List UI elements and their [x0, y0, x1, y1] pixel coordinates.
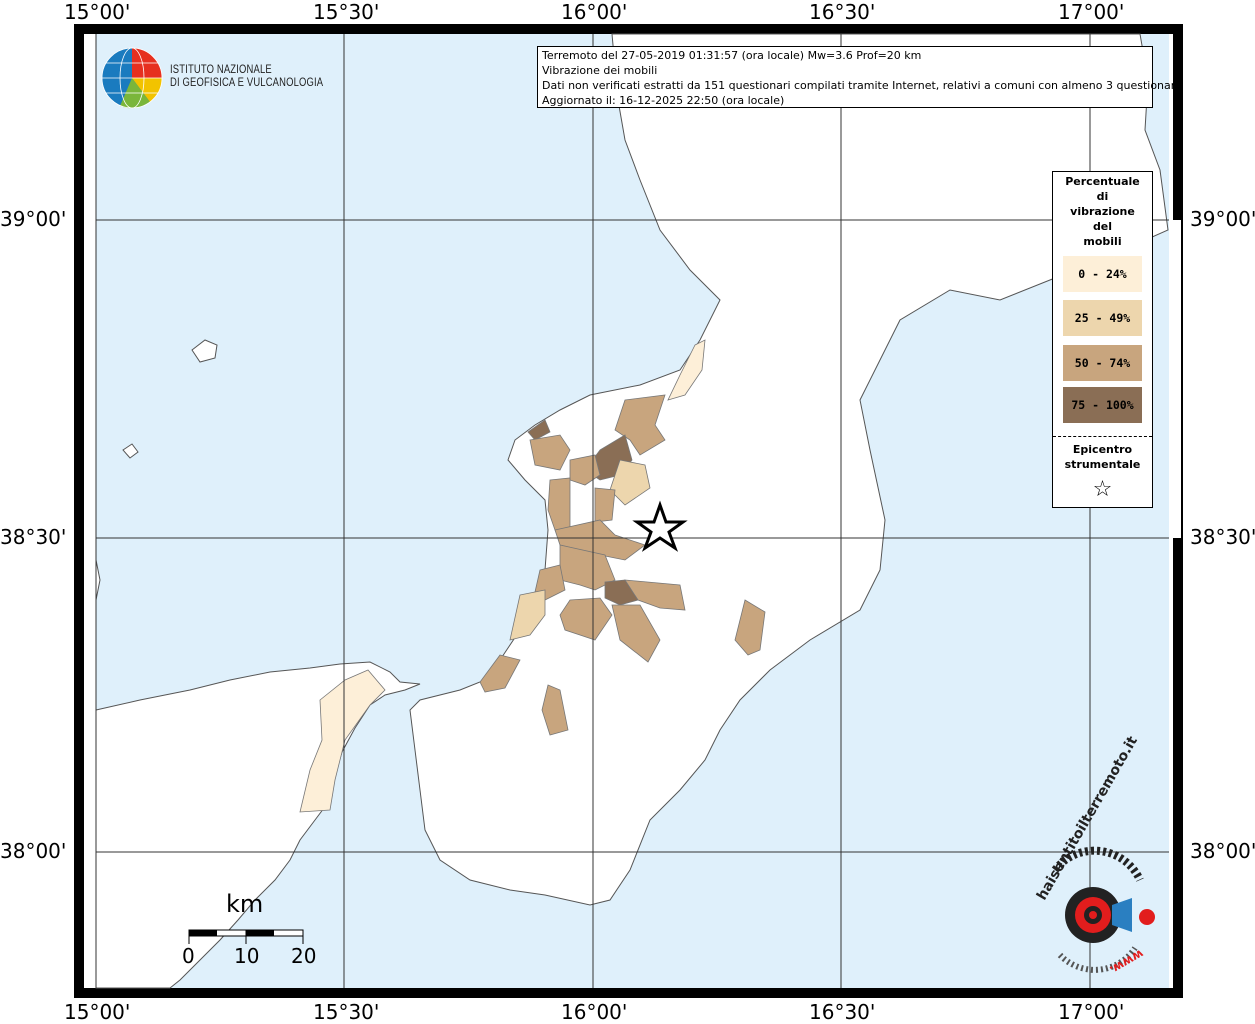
legend-class-4: 75 - 100%: [1063, 387, 1142, 423]
legend-title: Percentuale di vibrazione del mobili: [1065, 175, 1140, 248]
intensity-map: [74, 24, 1183, 998]
institute-name: ISTITUTO NAZIONALE DI GEOFISICA E VULCAN…: [170, 64, 323, 90]
legend: Percentuale di vibrazione del mobili 0 -…: [1052, 171, 1153, 508]
legend-epicenter-label: Epicentro strumentale: [1064, 443, 1141, 471]
lon-tick-bottom-5: 17°00': [1058, 1000, 1125, 1024]
event-info-line2: Vibrazione dei mobili: [542, 64, 658, 77]
lon-tick-top-2: 15°30': [313, 0, 380, 24]
event-info-line1: Terremoto del 27-05-2019 01:31:57 (ora l…: [542, 49, 922, 62]
event-info-line4: Aggiornato il: 16-12-2025 22:50 (ora loc…: [542, 94, 785, 107]
lon-tick-top-4: 16°30': [809, 0, 876, 24]
lat-tick-right-3: 38°00': [1190, 839, 1255, 863]
legend-class-2: 25 - 49%: [1063, 300, 1142, 336]
lon-tick-top-5: 17°00': [1058, 0, 1125, 24]
event-info-box: Terremoto del 27-05-2019 01:31:57 (ora l…: [537, 46, 1182, 108]
lon-tick-bottom-3: 16°00': [561, 1000, 628, 1024]
lon-tick-bottom-1: 15°00': [64, 1000, 131, 1024]
scale-label-20: 20: [291, 944, 317, 968]
lon-tick-top-3: 16°00': [561, 0, 628, 24]
institute-name-line1: ISTITUTO NAZIONALE: [170, 64, 272, 76]
lat-tick-left-2: 38°30': [0, 525, 67, 549]
lon-tick-bottom-4: 16°30': [809, 1000, 876, 1024]
lon-tick-bottom-2: 15°30': [313, 1000, 380, 1024]
lon-tick-top-1: 15°00': [64, 0, 131, 24]
scale-label-10: 10: [234, 944, 260, 968]
institute-name-line2: DI GEOFISICA E VULCANOLOGIA: [170, 77, 324, 89]
event-info-line3: Dati non verificati estratti da 151 ques…: [542, 79, 1182, 92]
lat-tick-right-1: 39°00': [1190, 207, 1255, 231]
legend-class-3: 50 - 74%: [1063, 345, 1142, 381]
legend-class-1: 0 - 24%: [1063, 256, 1142, 292]
lat-tick-left-3: 38°00': [0, 839, 67, 863]
ingv-logo: [101, 47, 163, 109]
legend-epicenter-star-icon: ☆: [1092, 477, 1113, 502]
scale-label-0: 0: [182, 944, 195, 968]
lat-tick-right-2: 38°30': [1190, 525, 1255, 549]
scale-unit: km: [226, 890, 264, 918]
lat-tick-left-1: 39°00': [0, 207, 67, 231]
legend-separator: [1053, 436, 1152, 437]
